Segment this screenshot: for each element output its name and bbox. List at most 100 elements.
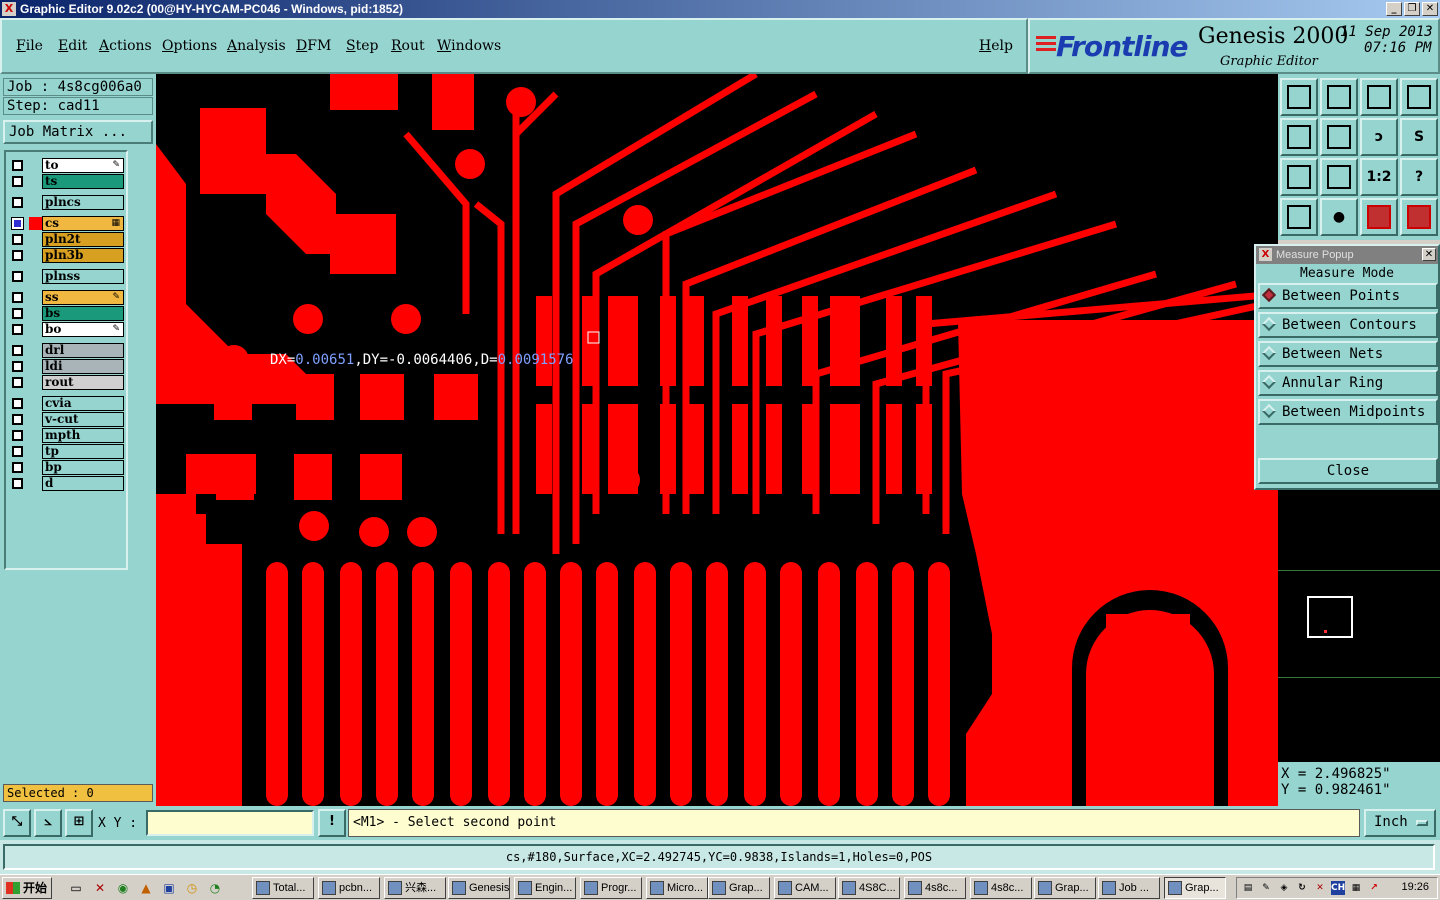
taskbar-task[interactable]: Progr...: [580, 877, 642, 899]
layer-name[interactable]: bp: [42, 460, 124, 475]
layer-row[interactable]: plnss: [8, 269, 124, 284]
layer-scrollbar[interactable]: [130, 150, 154, 778]
taskbar-task[interactable]: Grap...: [708, 877, 770, 899]
flip-icon[interactable]: S: [1400, 118, 1438, 156]
layer-row[interactable]: drl: [8, 343, 124, 358]
taskbar-task[interactable]: Micro...: [646, 877, 708, 899]
layer-checkbox[interactable]: [12, 377, 23, 388]
layer-checkbox[interactable]: [12, 197, 23, 208]
measure-mode-option[interactable]: Between Midpoints: [1258, 399, 1438, 425]
layers-red-icon[interactable]: [1360, 198, 1398, 236]
tray-shield-icon[interactable]: ◈: [1277, 881, 1291, 895]
layer-row[interactable]: cvia: [8, 396, 124, 411]
layer-name[interactable]: d: [42, 476, 124, 491]
measure-tool-icon[interactable]: [1280, 198, 1318, 236]
x-app-icon[interactable]: ✕: [92, 880, 108, 896]
overview-panel[interactable]: [1278, 490, 1440, 762]
layer-name[interactable]: rout: [42, 375, 124, 390]
layer-name[interactable]: bs: [42, 306, 124, 321]
layer-checkbox[interactable]: [12, 462, 23, 473]
snap-grid-icon[interactable]: ⊞: [65, 809, 93, 837]
minimize-button[interactable]: _: [1386, 2, 1402, 16]
desktop-icon[interactable]: ▭: [68, 880, 84, 896]
measure-mode-option[interactable]: Between Points: [1258, 283, 1438, 309]
layer-checkbox[interactable]: [12, 345, 23, 356]
menu-options[interactable]: Options: [162, 38, 217, 54]
layer-checkbox[interactable]: [12, 160, 23, 171]
graphic-canvas[interactable]: DX=0.00651,DY=-0.0064406,D=0.0091576: [156, 74, 1278, 806]
menu-actions[interactable]: Actions: [99, 38, 152, 54]
xy-input[interactable]: [146, 810, 314, 836]
layer-name[interactable]: ts: [42, 174, 124, 189]
measure-mode-option[interactable]: Between Nets: [1258, 341, 1438, 367]
zoom-down-icon[interactable]: [1320, 78, 1358, 116]
layer-checkbox[interactable]: [12, 308, 23, 319]
taskbar-task[interactable]: CAM...: [774, 877, 836, 899]
measure-mode-option[interactable]: Annular Ring: [1258, 370, 1438, 396]
help-icon[interactable]: ?: [1400, 158, 1438, 196]
layer-checkbox[interactable]: [12, 292, 23, 303]
menu-step[interactable]: Step: [346, 38, 378, 54]
taskbar-task[interactable]: 兴森...: [384, 877, 446, 899]
tray-keyboard-icon[interactable]: ▦: [1349, 881, 1363, 895]
pan-left-icon[interactable]: [1280, 118, 1318, 156]
layer-name[interactable]: drl: [42, 343, 124, 358]
layer-row[interactable]: v-cut: [8, 412, 124, 427]
layer-checkbox[interactable]: [12, 414, 23, 425]
fit-width-icon[interactable]: [1280, 158, 1318, 196]
unit-selector[interactable]: Inch: [1364, 809, 1436, 837]
save-icon[interactable]: ▣: [161, 880, 177, 896]
layer-checkbox[interactable]: [12, 478, 23, 489]
popup-close-button[interactable]: Close: [1258, 458, 1438, 484]
layer-name[interactable]: tp: [42, 444, 124, 459]
layer-checkbox[interactable]: [12, 234, 23, 245]
layer-checkbox[interactable]: [12, 446, 23, 457]
layer-checkbox[interactable]: [11, 217, 24, 230]
job-matrix-button[interactable]: Job Matrix ...: [3, 120, 153, 144]
taskbar-task[interactable]: Engin...: [514, 877, 576, 899]
menu-rout[interactable]: Rout: [391, 38, 425, 54]
layer-checkbox[interactable]: [12, 250, 23, 261]
close-window-button[interactable]: ✕: [1422, 2, 1438, 16]
taskbar-task[interactable]: pcbn...: [318, 877, 380, 899]
tray-arrow-icon[interactable]: ↗: [1367, 881, 1381, 895]
layer-name[interactable]: pln2t: [42, 232, 124, 247]
layer-name[interactable]: cvia: [42, 396, 124, 411]
taskbar-task[interactable]: 4s8c...: [970, 877, 1032, 899]
layer-row[interactable]: bo ✎: [8, 322, 124, 337]
network-icon[interactable]: ◉: [115, 880, 131, 896]
menu-windows[interactable]: Windows: [437, 38, 501, 54]
layer-name[interactable]: pln3b: [42, 248, 124, 263]
pad-icon[interactable]: ●: [1320, 198, 1358, 236]
menu-help[interactable]: Help: [979, 38, 1013, 54]
layer-checkbox[interactable]: [12, 324, 23, 335]
taskbar-task[interactable]: Grap...: [1164, 877, 1226, 899]
layer-row[interactable]: tp: [8, 444, 124, 459]
start-button[interactable]: 开始: [2, 877, 52, 899]
tray-pen-icon[interactable]: ✎: [1259, 881, 1273, 895]
zoom-home-icon[interactable]: [1280, 78, 1318, 116]
taskbar-task[interactable]: 4s8c...: [904, 877, 966, 899]
measure-mode-option[interactable]: Between Contours: [1258, 312, 1438, 338]
measure-icon[interactable]: ⦣: [34, 809, 62, 837]
menu-file[interactable]: File: [16, 38, 43, 54]
layers-red-2-icon[interactable]: [1400, 198, 1438, 236]
layer-name[interactable]: ldi: [42, 359, 124, 374]
layer-row[interactable]: bp: [8, 460, 124, 475]
layer-row[interactable]: bs: [8, 306, 124, 321]
layer-row[interactable]: ss ✎: [8, 290, 124, 305]
layer-row[interactable]: mpth: [8, 428, 124, 443]
popup-close-icon[interactable]: ✕: [1422, 248, 1436, 261]
layer-checkbox[interactable]: [12, 176, 23, 187]
tray-refresh-icon[interactable]: ↻: [1295, 881, 1309, 895]
layer-row[interactable]: ts: [8, 174, 124, 189]
maximize-button[interactable]: ❐: [1404, 2, 1420, 16]
overview-viewport[interactable]: [1307, 596, 1353, 638]
menu-dfm[interactable]: DFM: [296, 38, 331, 54]
layer-name[interactable]: plncs: [42, 195, 124, 210]
layer-row[interactable]: d: [8, 476, 124, 491]
tray-ime-icon[interactable]: CH: [1331, 881, 1345, 895]
menu-analysis[interactable]: Analysis: [227, 38, 286, 54]
home-icon[interactable]: [1360, 78, 1398, 116]
layer-row[interactable]: to ✎: [8, 158, 124, 173]
